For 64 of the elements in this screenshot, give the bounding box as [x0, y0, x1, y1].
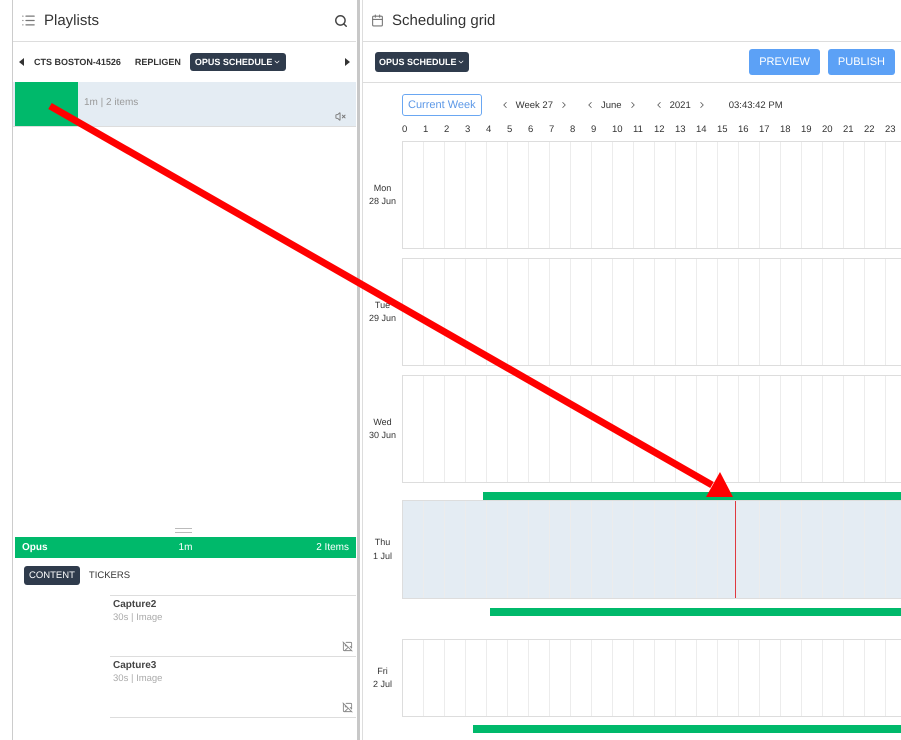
hour-label: 13 — [675, 124, 687, 134]
hour-label: 12 — [654, 124, 666, 134]
day-label: Wed 30 Jun — [368, 416, 398, 442]
playlist-thumbnail — [15, 82, 78, 126]
hour-label: 14 — [696, 124, 708, 134]
clock: 03:43:42 PM — [728, 100, 783, 110]
hour-label: 10 — [612, 124, 624, 134]
content-item[interactable]: Capture2 30s | Image — [110, 595, 356, 656]
hour-label: 5 — [507, 124, 514, 134]
hour-label: 7 — [549, 124, 556, 134]
hour-label: 6 — [528, 124, 534, 134]
scroll-right-icon[interactable] — [344, 58, 350, 66]
day-label: Tue 29 Jun — [368, 298, 398, 325]
item-meta: 30s | Image — [113, 673, 164, 684]
panel-title: Scheduling grid — [392, 12, 496, 29]
playlist-tab[interactable]: REPLIGEN — [130, 53, 186, 71]
caret-icon[interactable] — [456, 58, 465, 66]
panel-title: Playlists — [44, 12, 100, 29]
item-meta: 30s | Image — [113, 612, 164, 623]
playlist-stats: 1m | 2 items — [84, 97, 140, 110]
search-icon[interactable] — [334, 14, 348, 28]
image-off-icon — [342, 702, 353, 713]
hour-label: 16 — [738, 124, 750, 134]
hour-label: 11 — [633, 124, 644, 134]
hour-label: 21 — [843, 124, 855, 134]
caret-icon[interactable] — [273, 58, 282, 66]
hour-label: 4 — [486, 124, 492, 134]
hour-label: 3 — [465, 124, 472, 134]
playlist-tab[interactable]: OPUS SCHEDULE — [190, 53, 286, 71]
image-off-icon — [342, 641, 353, 652]
calendar-icon — [371, 14, 384, 27]
content-tab[interactable]: TICKERS — [84, 566, 136, 585]
content-item[interactable]: Capture3 30s | Image — [110, 656, 356, 718]
hour-label: 1 — [423, 124, 430, 134]
scroll-left-icon[interactable] — [19, 58, 25, 66]
hour-label: 17 — [759, 124, 771, 134]
resize-handle[interactable] — [175, 528, 192, 533]
hour-label: 2 — [444, 124, 450, 134]
day-label: Mon 28 Jun — [368, 182, 398, 208]
playlist-duration: 1m — [178, 542, 192, 553]
list-icon — [21, 13, 36, 28]
hour-label: 18 — [780, 124, 792, 134]
mute-icon[interactable] — [335, 111, 346, 122]
day-label: Thu 1 Jul — [372, 536, 393, 562]
playlist-name: Opus — [22, 542, 48, 553]
hour-label: 20 — [822, 124, 834, 134]
item-count: 2 Items — [316, 542, 349, 553]
hour-label: 15 — [717, 124, 729, 134]
week-label: Week 27 — [516, 100, 553, 110]
hour-label: 8 — [570, 124, 576, 134]
hour-label: 19 — [801, 124, 813, 134]
item-name: Capture3 — [113, 660, 158, 671]
content-tab[interactable]: CONTENT — [24, 566, 80, 585]
hour-label: 9 — [591, 124, 598, 134]
hour-label: 22 — [864, 124, 876, 134]
month-label: June — [600, 100, 622, 110]
schedule-dropdown[interactable]: OPUS SCHEDULE — [375, 52, 469, 72]
hour-label: 0 — [402, 124, 408, 134]
hour-label: 23 — [885, 124, 897, 134]
day-label: Fri 2 Jul — [372, 664, 393, 691]
year-label: 2021 — [670, 100, 691, 110]
playlist-tab[interactable]: CTS BOSTON-41526 — [29, 53, 126, 71]
item-name: Capture2 — [113, 599, 158, 610]
day-grid[interactable] — [402, 375, 901, 483]
